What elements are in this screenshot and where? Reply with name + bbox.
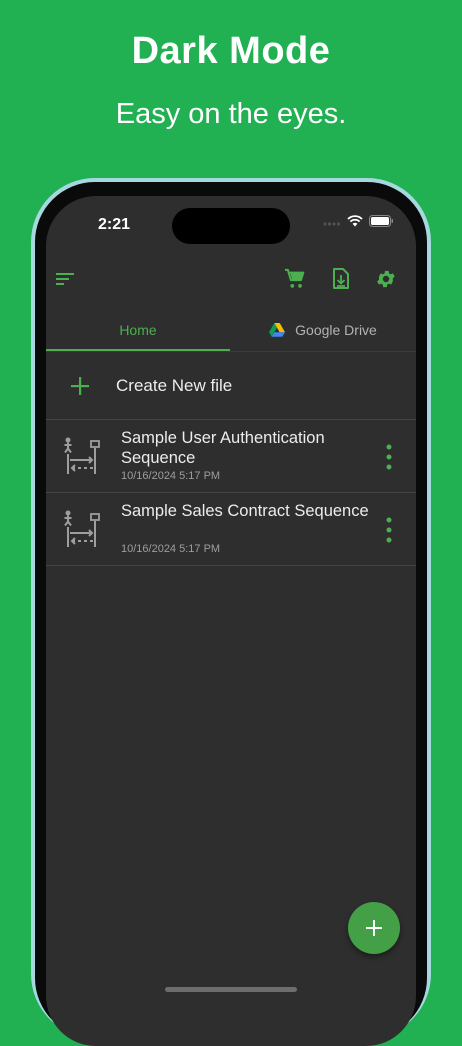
wifi-icon xyxy=(347,214,363,232)
plus-icon xyxy=(70,376,90,401)
cellular-signal-icon xyxy=(323,214,341,232)
file-title: Sample User Authentication Sequence xyxy=(121,429,325,467)
tab-home[interactable]: Home xyxy=(46,308,230,352)
file-list-item[interactable]: Sample Sales Contract Sequence 10/16/202… xyxy=(46,493,416,565)
more-options-icon[interactable] xyxy=(382,444,396,470)
tab-google-drive[interactable]: Google Drive xyxy=(230,308,416,352)
create-new-file-row[interactable]: Create New file xyxy=(46,356,416,418)
home-indicator xyxy=(165,987,297,992)
promo-tagline: Easy on the eyes. xyxy=(115,98,347,130)
app-bar xyxy=(46,258,416,302)
file-title: Sample Sales Contract Sequence xyxy=(121,502,369,520)
tab-home-label: Home xyxy=(119,322,157,338)
sequence-diagram-icon xyxy=(62,436,102,481)
cart-icon[interactable] xyxy=(284,268,306,295)
status-time: 2:21 xyxy=(98,216,131,233)
plus-icon xyxy=(366,920,382,936)
promo-headline: Dark Mode xyxy=(131,30,331,72)
tab-google-drive-label: Google Drive xyxy=(295,322,377,338)
status-icons xyxy=(323,214,394,232)
dynamic-island xyxy=(172,208,290,244)
gear-icon[interactable] xyxy=(375,268,397,295)
file-download-icon[interactable] xyxy=(331,268,351,295)
add-file-fab[interactable] xyxy=(348,902,400,954)
tab-divider xyxy=(46,351,416,352)
sequence-diagram-icon xyxy=(62,509,102,554)
create-new-file-label: Create New file xyxy=(116,376,233,395)
sort-icon[interactable] xyxy=(56,268,76,295)
row-divider xyxy=(46,565,416,566)
more-options-icon[interactable] xyxy=(382,517,396,543)
app-screen: 2:21 Home Google Drive Create New file S… xyxy=(46,196,416,1046)
file-list-item[interactable]: Sample User Authentication Sequence 10/1… xyxy=(46,420,416,492)
google-drive-icon xyxy=(269,323,286,337)
file-date: 10/16/2024 5:17 PM xyxy=(121,470,221,482)
tab-bar: Home Google Drive xyxy=(46,308,416,352)
battery-icon xyxy=(369,214,394,232)
file-date: 10/16/2024 5:17 PM xyxy=(121,543,221,555)
